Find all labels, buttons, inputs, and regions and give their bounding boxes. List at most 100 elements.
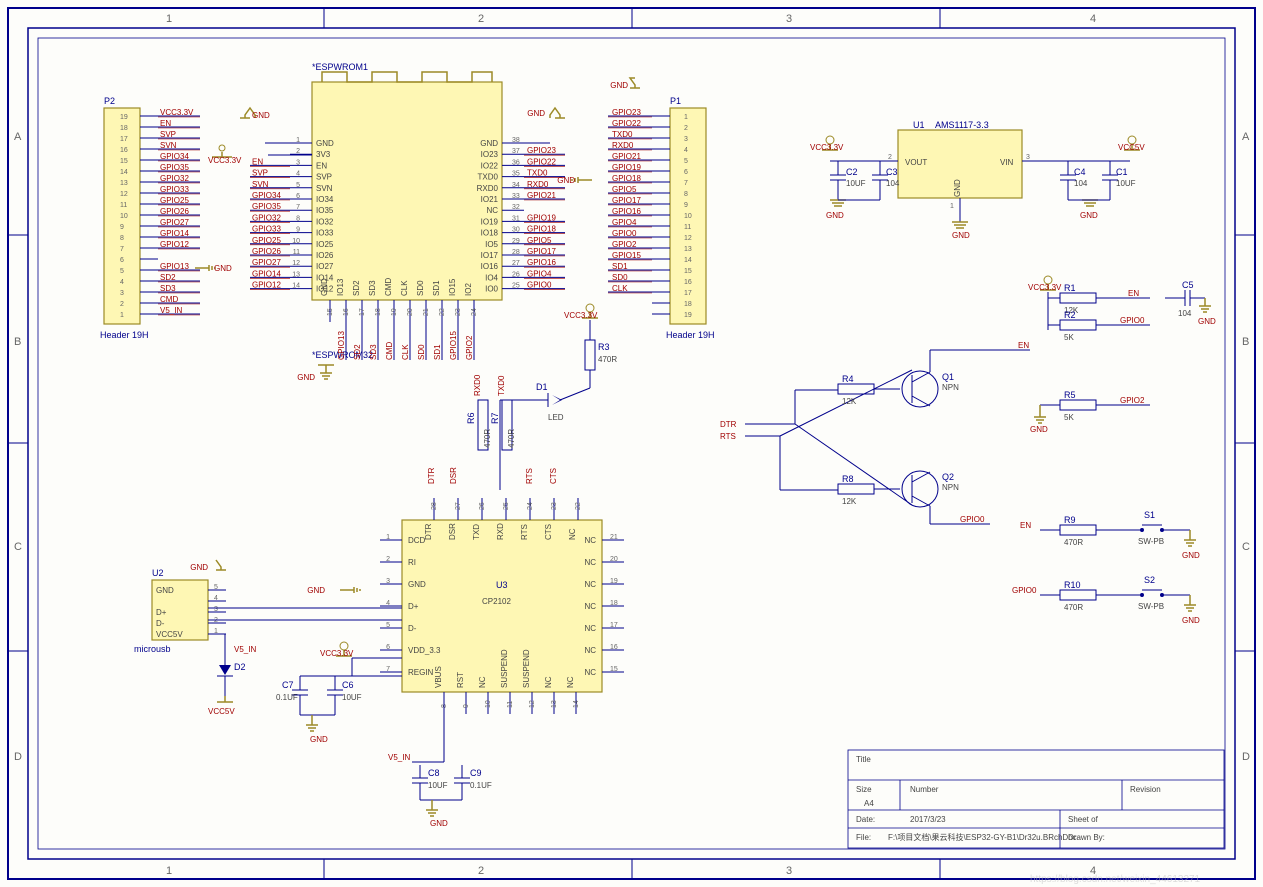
svg-text:10UF: 10UF [1116, 179, 1136, 188]
svg-text:RI: RI [408, 558, 416, 567]
svg-text:3: 3 [1026, 154, 1030, 161]
u3-cp2102: U3 CP2102 DCD1RI2GND3D+4D-5VDD_3.36REGIN… [276, 374, 624, 828]
svg-text:12: 12 [120, 191, 128, 198]
svg-text:Header 19H: Header 19H [666, 330, 715, 340]
svg-text:F:\项目文档\果云科技\ESP32-GY-B1\Dr32u: F:\项目文档\果云科技\ESP32-GY-B1\Dr32u.BRchDoc [888, 832, 1077, 842]
svg-text:10UF: 10UF [846, 179, 866, 188]
svg-text:470R: 470R [483, 429, 492, 448]
svg-text:10: 10 [485, 700, 492, 708]
svg-text:0.1UF: 0.1UF [276, 693, 298, 702]
svg-text:3: 3 [296, 159, 300, 166]
svg-text:GND: GND [310, 735, 328, 744]
svg-text:11: 11 [293, 249, 300, 256]
svg-text:VCC3.3V: VCC3.3V [564, 311, 598, 320]
svg-text:NC: NC [568, 528, 577, 540]
svg-text:SVP: SVP [160, 130, 176, 139]
svg-text:5: 5 [386, 622, 390, 629]
svg-text:P1: P1 [670, 96, 681, 106]
svg-text:TXD: TXD [472, 524, 481, 540]
svg-text:26: 26 [479, 502, 486, 510]
svg-text:SVP: SVP [316, 173, 332, 182]
svg-text:V5_IN: V5_IN [388, 753, 410, 762]
svg-text:16: 16 [343, 308, 350, 316]
svg-text:18: 18 [610, 600, 618, 607]
svg-text:C: C [1242, 541, 1250, 553]
svg-text:SD2: SD2 [160, 273, 176, 282]
zone-top-3: 3 [786, 13, 792, 25]
svg-text:SD3: SD3 [160, 284, 176, 293]
svg-text:7: 7 [120, 246, 124, 253]
svg-text:15: 15 [120, 158, 128, 165]
s1-row: EN R9470R S1SW-PB GND [1020, 510, 1200, 560]
svg-text:SUSPEND: SUSPEND [500, 649, 509, 688]
svg-text:12: 12 [292, 260, 300, 267]
svg-text:GPIO35: GPIO35 [252, 202, 281, 211]
svg-text:IO16: IO16 [481, 262, 499, 271]
svg-text:NC: NC [478, 676, 487, 688]
svg-text:19: 19 [684, 312, 692, 319]
svg-text:GPIO15: GPIO15 [449, 331, 458, 360]
svg-text:C5: C5 [1182, 280, 1194, 290]
svg-text:SD0: SD0 [417, 344, 426, 360]
svg-text:GPIO23: GPIO23 [612, 108, 641, 117]
svg-text:CLK: CLK [612, 284, 628, 293]
svg-text:11: 11 [684, 224, 691, 231]
svg-text:10: 10 [120, 213, 128, 220]
svg-text:GPIO34: GPIO34 [252, 191, 281, 200]
svg-text:GND: GND [190, 563, 208, 572]
svg-text:25: 25 [512, 283, 520, 290]
led-block: VCC3.3V R3470R D1LED [500, 304, 617, 490]
svg-text:SW-PB: SW-PB [1138, 537, 1164, 546]
svg-text:B: B [14, 336, 21, 348]
svg-text:GND: GND [1198, 317, 1216, 326]
svg-text:GND: GND [826, 211, 844, 220]
svg-text:18: 18 [375, 308, 382, 316]
r5-block: R55K GPIO2 GND [1030, 390, 1150, 434]
svg-text:IO35: IO35 [316, 206, 334, 215]
svg-text:CLK: CLK [400, 280, 409, 296]
svg-text:TXD0: TXD0 [497, 375, 506, 396]
svg-text:5K: 5K [1064, 333, 1074, 342]
svg-text:GPIO0: GPIO0 [1012, 586, 1037, 595]
svg-text:GND: GND [1080, 211, 1098, 220]
svg-text:SD0: SD0 [612, 273, 628, 282]
svg-text:LED: LED [548, 413, 564, 422]
s2-row: GPIO0 R10470R S2SW-PB GND [1012, 575, 1200, 625]
svg-text:4: 4 [214, 595, 218, 602]
svg-text:GPIO17: GPIO17 [612, 196, 641, 205]
svg-text:6: 6 [120, 257, 124, 264]
svg-text:10: 10 [684, 213, 692, 220]
svg-text:GPIO32: GPIO32 [160, 174, 189, 183]
svg-text:18: 18 [120, 125, 128, 132]
svg-text:*ESPWROM1: *ESPWROM1 [312, 62, 368, 72]
svg-text:File:: File: [856, 833, 871, 842]
svg-text:13: 13 [120, 180, 128, 187]
svg-text:IO13: IO13 [336, 278, 345, 296]
svg-text:14: 14 [684, 257, 692, 264]
svg-text:IO27: IO27 [316, 262, 334, 271]
svg-text:AMS1117-3.3: AMS1117-3.3 [935, 120, 989, 130]
svg-text:C3: C3 [886, 167, 898, 177]
svg-text:R8: R8 [842, 474, 854, 484]
svg-text:20: 20 [610, 556, 618, 563]
svg-text:6: 6 [296, 193, 300, 200]
svg-text:8: 8 [684, 191, 688, 198]
svg-text:4: 4 [296, 171, 300, 178]
svg-text:REGIN: REGIN [408, 668, 434, 677]
c1: C110UF [1102, 161, 1136, 200]
svg-text:D+: D+ [156, 608, 167, 617]
svg-text:4: 4 [386, 600, 390, 607]
svg-text:SVN: SVN [160, 141, 177, 150]
svg-text:GND: GND [156, 586, 174, 595]
svg-text:IO4: IO4 [485, 273, 498, 282]
svg-text:GPIO2: GPIO2 [465, 335, 474, 360]
svg-text:GPIO0: GPIO0 [612, 229, 637, 238]
svg-text:5: 5 [120, 268, 124, 275]
svg-text:V5_IN: V5_IN [160, 306, 182, 315]
svg-text:GPIO17: GPIO17 [527, 247, 556, 256]
svg-text:EN: EN [1128, 289, 1139, 298]
zone-top-2: 2 [478, 13, 484, 25]
svg-text:6: 6 [386, 644, 390, 651]
svg-text:21: 21 [423, 308, 430, 316]
svg-text:GND: GND [1030, 425, 1048, 434]
